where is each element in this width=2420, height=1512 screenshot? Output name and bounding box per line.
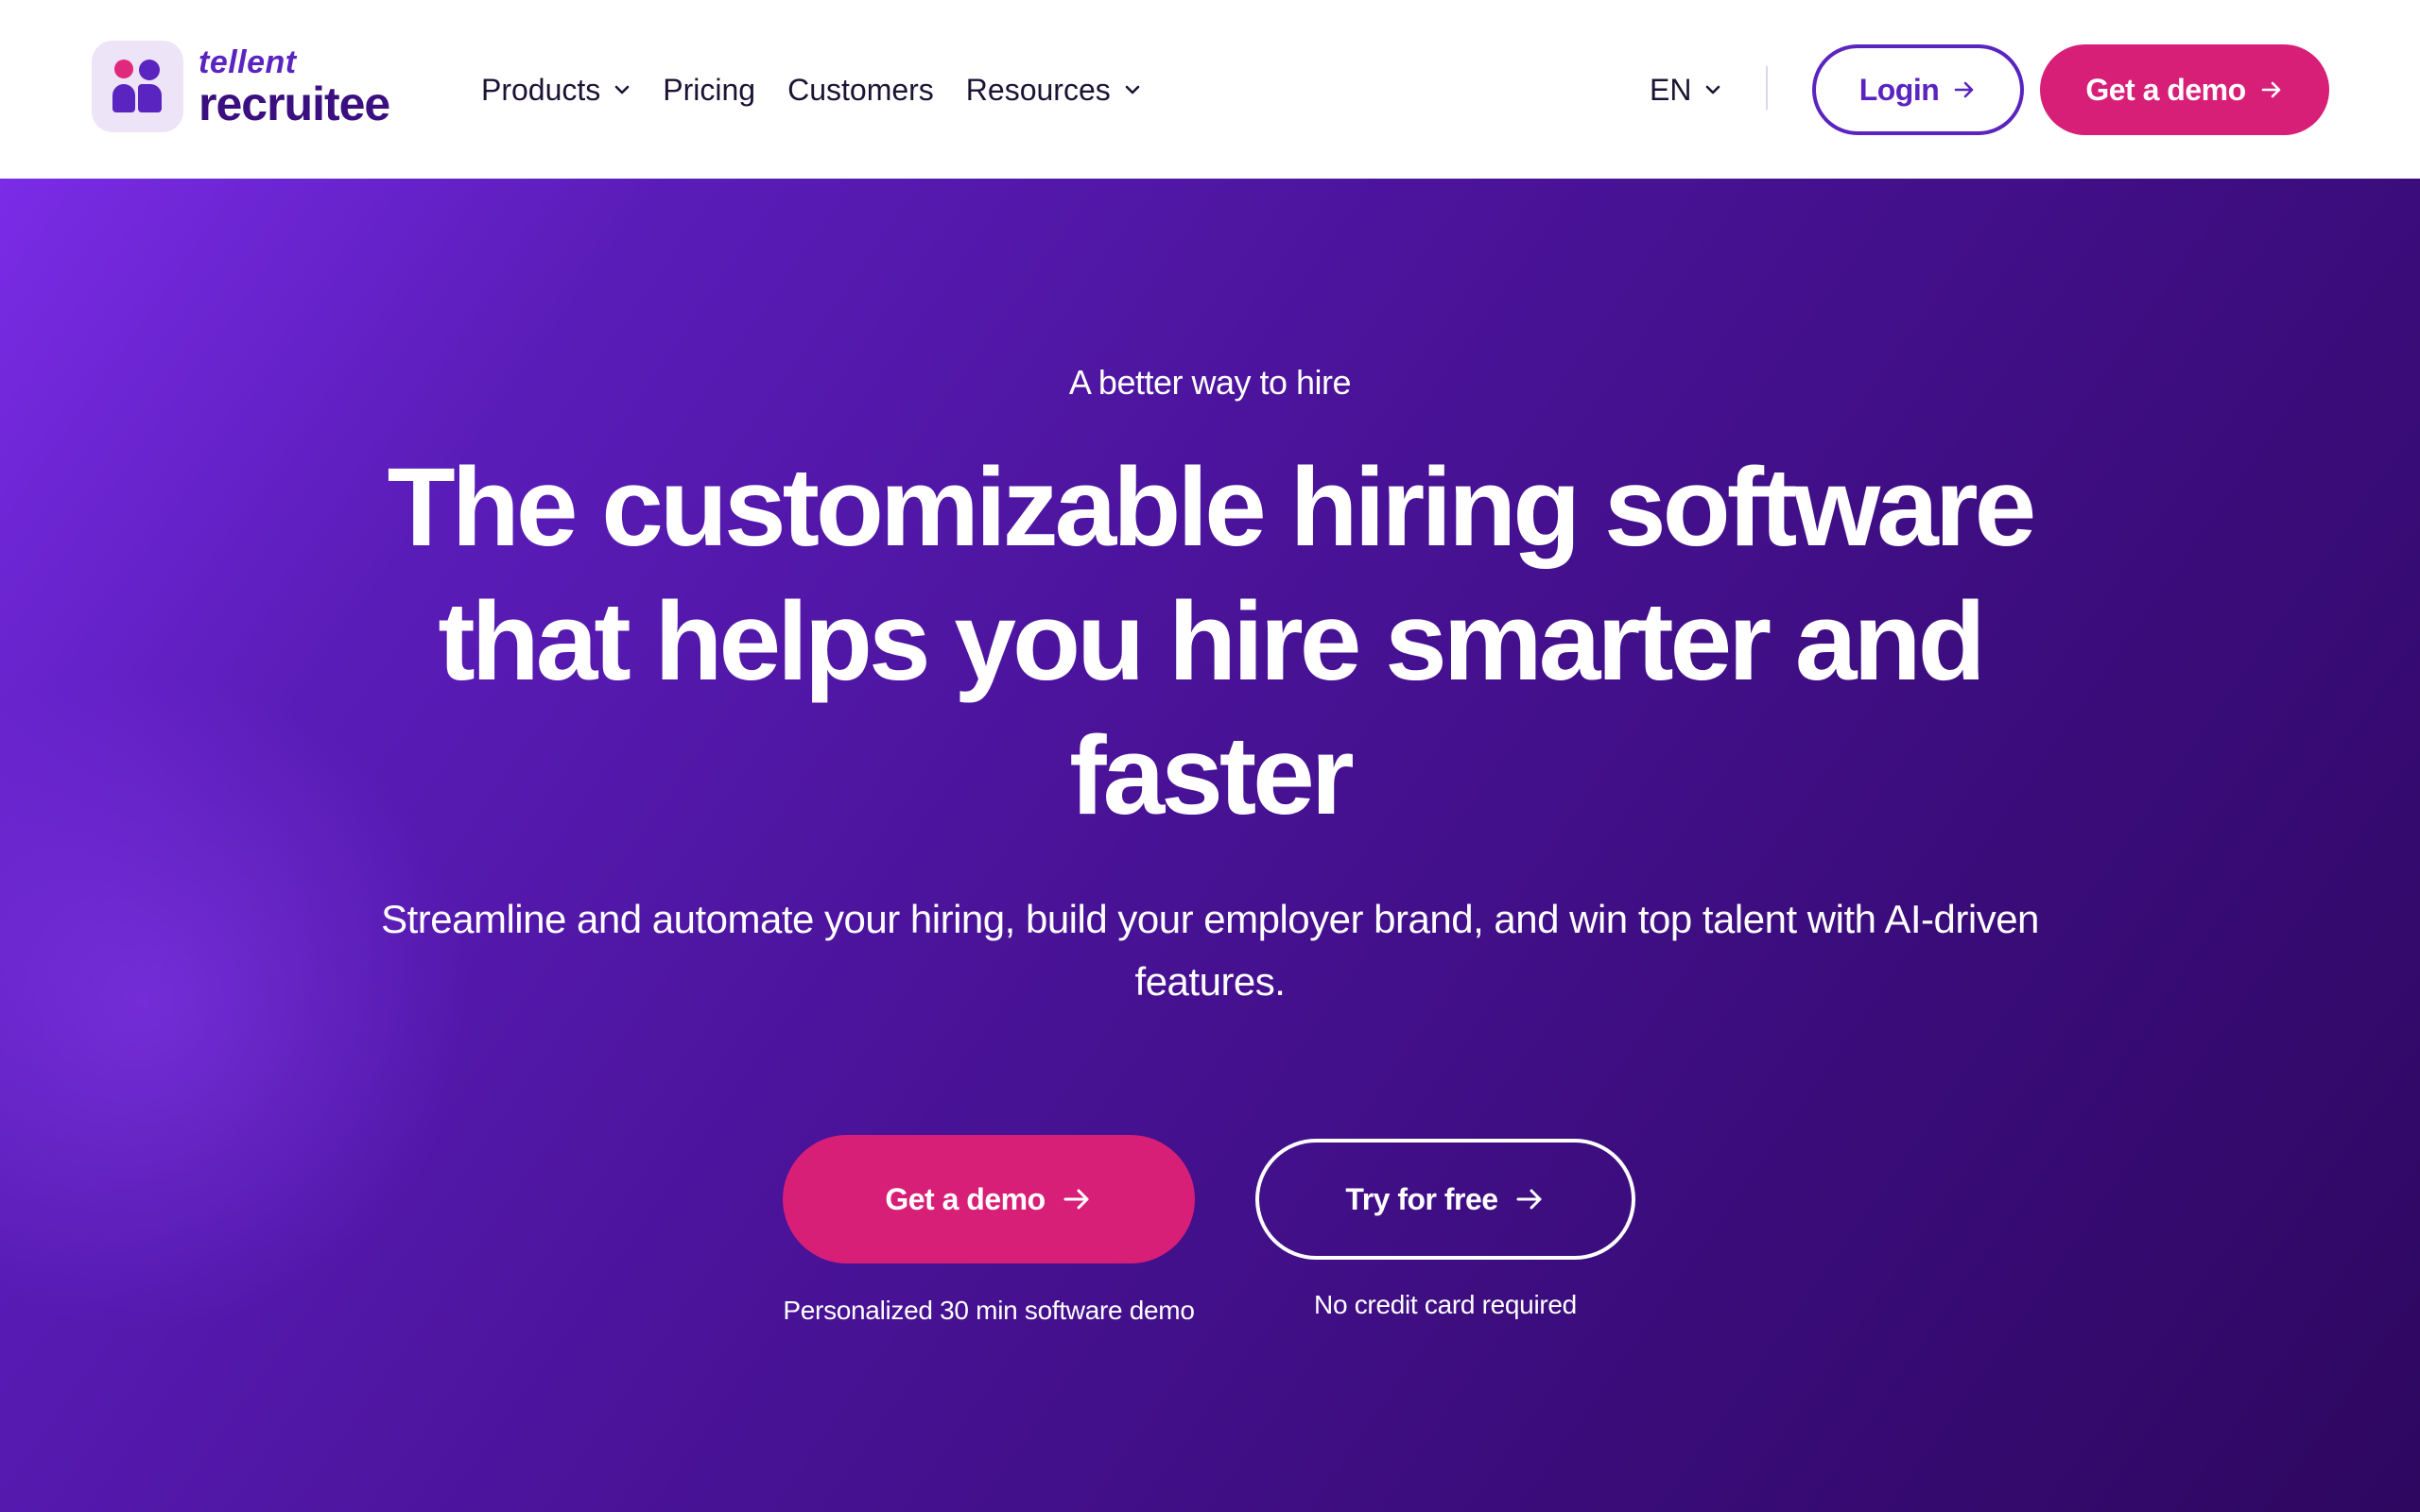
site-header: tellent recruitee Products Pricing Custo… [0,0,2420,179]
nav-item-label: Resources [965,72,1111,107]
try-for-free-label: Try for free [1345,1181,1498,1216]
header-get-demo-label: Get a demo [2085,72,2246,107]
hero-headline: The customizable hiring software that he… [387,445,2037,838]
nav-item-label: Pricing [663,72,756,107]
logo-wordmark: tellent recruitee [199,43,390,130]
nav-item-label: Customers [787,72,934,107]
hero-eyebrow: A better way to hire [1068,363,1352,402]
hero-get-demo-label: Get a demo [885,1181,1046,1216]
language-selector[interactable]: EN [1650,66,1721,113]
demo-caption: Personalized 30 min software demo [783,1296,1195,1325]
hero-subheadline: Streamline and automate your hiring, bui… [381,897,2039,1004]
nav-item-label: Products [481,72,601,107]
logo-mark-icon [92,41,183,132]
chevron-down-icon [1125,85,1140,94]
arrow-right-icon [2261,81,2280,98]
login-button[interactable]: Login [1812,44,2024,135]
language-label: EN [1650,72,1692,107]
header-get-demo-button[interactable]: Get a demo [2040,44,2329,135]
nav-item-products[interactable]: Products [481,73,631,108]
try-for-free-button[interactable]: Try for free [1255,1139,1635,1260]
logo-bottom-text: recruitee [199,77,390,130]
logo[interactable]: tellent recruitee [92,41,390,132]
header-divider [1766,66,1768,110]
hero-get-demo-button[interactable]: Get a demo [783,1135,1195,1263]
chevron-down-icon [1706,85,1720,94]
nav-item-customers[interactable]: Customers [787,73,934,108]
login-button-label: Login [1858,72,1940,107]
nav-item-pricing[interactable]: Pricing [663,73,755,108]
nav-item-resources[interactable]: Resources [966,73,1141,108]
try-caption: No credit card required [1314,1290,1577,1319]
main-nav: Products Pricing Customers Resources [481,66,1173,113]
arrow-right-icon [1516,1189,1542,1210]
arrow-right-icon [1954,81,1974,98]
chevron-down-icon [614,85,630,94]
logo-top-text: tellent [199,43,297,80]
arrow-right-icon [1063,1189,1089,1210]
